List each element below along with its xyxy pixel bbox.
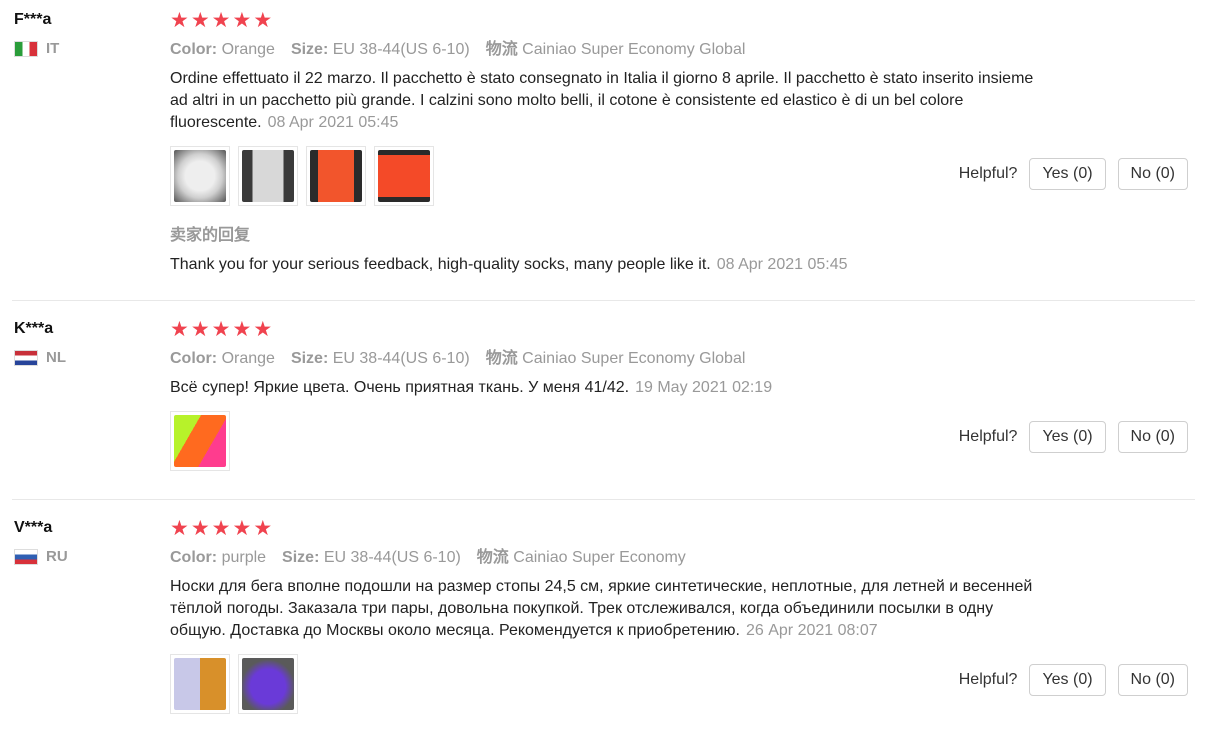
helpful-no-button[interactable]: No (0)	[1117, 158, 1188, 190]
reviewer-country: RU	[14, 548, 68, 565]
review-divider	[12, 300, 1195, 301]
star-icon: ★	[232, 517, 252, 540]
helpful-yes-button[interactable]: Yes (0)	[1029, 421, 1106, 453]
shipping-label: 物流	[485, 350, 518, 367]
star-icon: ★	[253, 9, 273, 32]
seller-reply-text: Thank you for your serious feedback, hig…	[170, 256, 711, 273]
product-specs: Color: purple Size: EU 38-44(US 6-10) 物流…	[170, 548, 1050, 568]
helpful-label: Helpful?	[958, 165, 1018, 182]
review-text: Ordine effettuato il 22 marzo. Il pacche…	[170, 68, 1050, 134]
shipping-label: 物流	[476, 549, 509, 566]
star-icon: ★	[211, 517, 231, 540]
helpful-no-button[interactable]: No (0)	[1117, 421, 1188, 453]
product-specs: Color: Orange Size: EU 38-44(US 6-10) 物流…	[170, 349, 1050, 369]
review-date: 26 Apr 2021 08:07	[745, 622, 878, 639]
review-body: Носки для бега вполне подошли на размер …	[170, 578, 1033, 639]
shipping-label: 物流	[485, 41, 518, 58]
helpful-vote: Helpful? Yes (0) No (0)	[959, 421, 1188, 453]
review-photo[interactable]	[170, 146, 230, 206]
star-rating: ★ ★ ★ ★ ★	[170, 518, 1050, 540]
review-photo[interactable]	[170, 654, 230, 714]
star-icon: ★	[190, 9, 210, 32]
seller-reply: Thank you for your serious feedback, hig…	[170, 254, 1050, 276]
star-rating: ★ ★ ★ ★ ★	[170, 10, 1050, 32]
size-value: EU 38-44(US 6-10)	[332, 350, 470, 367]
review-photo[interactable]	[170, 411, 230, 471]
reviewer-name: V***a	[14, 519, 53, 536]
star-icon: ★	[253, 517, 273, 540]
star-icon: ★	[253, 318, 273, 341]
helpful-no-button[interactable]: No (0)	[1117, 664, 1188, 696]
star-rating: ★ ★ ★ ★ ★	[170, 319, 1050, 341]
reviewer-info: F***a IT	[14, 10, 59, 57]
review-text: Всё супер! Яркие цвета. Очень приятная т…	[170, 377, 1050, 399]
color-label: Color:	[170, 41, 218, 58]
review-photos	[170, 654, 1050, 714]
helpful-yes-button[interactable]: Yes (0)	[1029, 664, 1106, 696]
star-icon: ★	[170, 318, 189, 341]
review-content: ★ ★ ★ ★ ★ Color: Orange Size: EU 38-44(U…	[170, 319, 1050, 471]
size-value: EU 38-44(US 6-10)	[323, 549, 461, 566]
reviewer-info: K***a NL	[14, 319, 66, 366]
reviewer-country: NL	[14, 349, 66, 366]
helpful-label: Helpful?	[958, 671, 1018, 688]
reviewer-country: IT	[14, 40, 59, 57]
color-value: Orange	[221, 350, 275, 367]
size-value: EU 38-44(US 6-10)	[332, 41, 470, 58]
star-icon: ★	[190, 517, 210, 540]
color-value: purple	[221, 549, 267, 566]
shipping-value: Cainiao Super Economy Global	[522, 41, 746, 58]
color-value: Orange	[221, 41, 275, 58]
color-label: Color:	[170, 350, 218, 367]
seller-reply-date: 08 Apr 2021 05:45	[716, 256, 848, 273]
netherlands-flag-icon	[14, 349, 38, 366]
star-icon: ★	[211, 9, 231, 32]
seller-reply-title: 卖家的回复	[170, 227, 251, 244]
country-code: NL	[46, 349, 66, 366]
star-icon: ★	[211, 318, 231, 341]
size-label: Size:	[290, 350, 329, 367]
review-photo[interactable]	[238, 654, 298, 714]
size-label: Size:	[290, 41, 329, 58]
italy-flag-icon	[14, 40, 38, 57]
review-date: 08 Apr 2021 05:45	[267, 114, 399, 131]
review-photo[interactable]	[238, 146, 298, 206]
star-icon: ★	[190, 318, 210, 341]
reviewer-info: V***a RU	[14, 518, 68, 565]
russia-flag-icon	[14, 548, 38, 565]
country-code: RU	[46, 548, 68, 565]
color-label: Color:	[170, 549, 218, 566]
star-icon: ★	[170, 517, 189, 540]
review-photos	[170, 146, 1050, 206]
review-content: ★ ★ ★ ★ ★ Color: purple Size: EU 38-44(U…	[170, 518, 1050, 714]
star-icon: ★	[170, 9, 189, 32]
shipping-value: Cainiao Super Economy Global	[522, 350, 746, 367]
review-photo[interactable]	[374, 146, 434, 206]
helpful-yes-button[interactable]: Yes (0)	[1029, 158, 1106, 190]
review-date: 19 May 2021 02:19	[635, 379, 773, 396]
size-label: Size:	[282, 549, 320, 566]
star-icon: ★	[232, 318, 252, 341]
reviewer-name: F***a	[14, 11, 52, 28]
star-icon: ★	[232, 9, 252, 32]
review-photo[interactable]	[306, 146, 366, 206]
product-specs: Color: Orange Size: EU 38-44(US 6-10) 物流…	[170, 40, 1050, 60]
shipping-value: Cainiao Super Economy	[513, 549, 686, 566]
review-divider	[12, 499, 1195, 500]
review-photos	[170, 411, 1050, 471]
helpful-vote: Helpful? Yes (0) No (0)	[959, 664, 1188, 696]
country-code: IT	[46, 40, 60, 57]
review-body: Всё супер! Яркие цвета. Очень приятная т…	[170, 379, 630, 396]
reviewer-name: K***a	[14, 320, 54, 337]
helpful-vote: Helpful? Yes (0) No (0)	[959, 158, 1188, 190]
review-content: ★ ★ ★ ★ ★ Color: Orange Size: EU 38-44(U…	[170, 10, 1050, 276]
helpful-label: Helpful?	[958, 428, 1018, 445]
review-text: Носки для бега вполне подошли на размер …	[170, 576, 1050, 642]
